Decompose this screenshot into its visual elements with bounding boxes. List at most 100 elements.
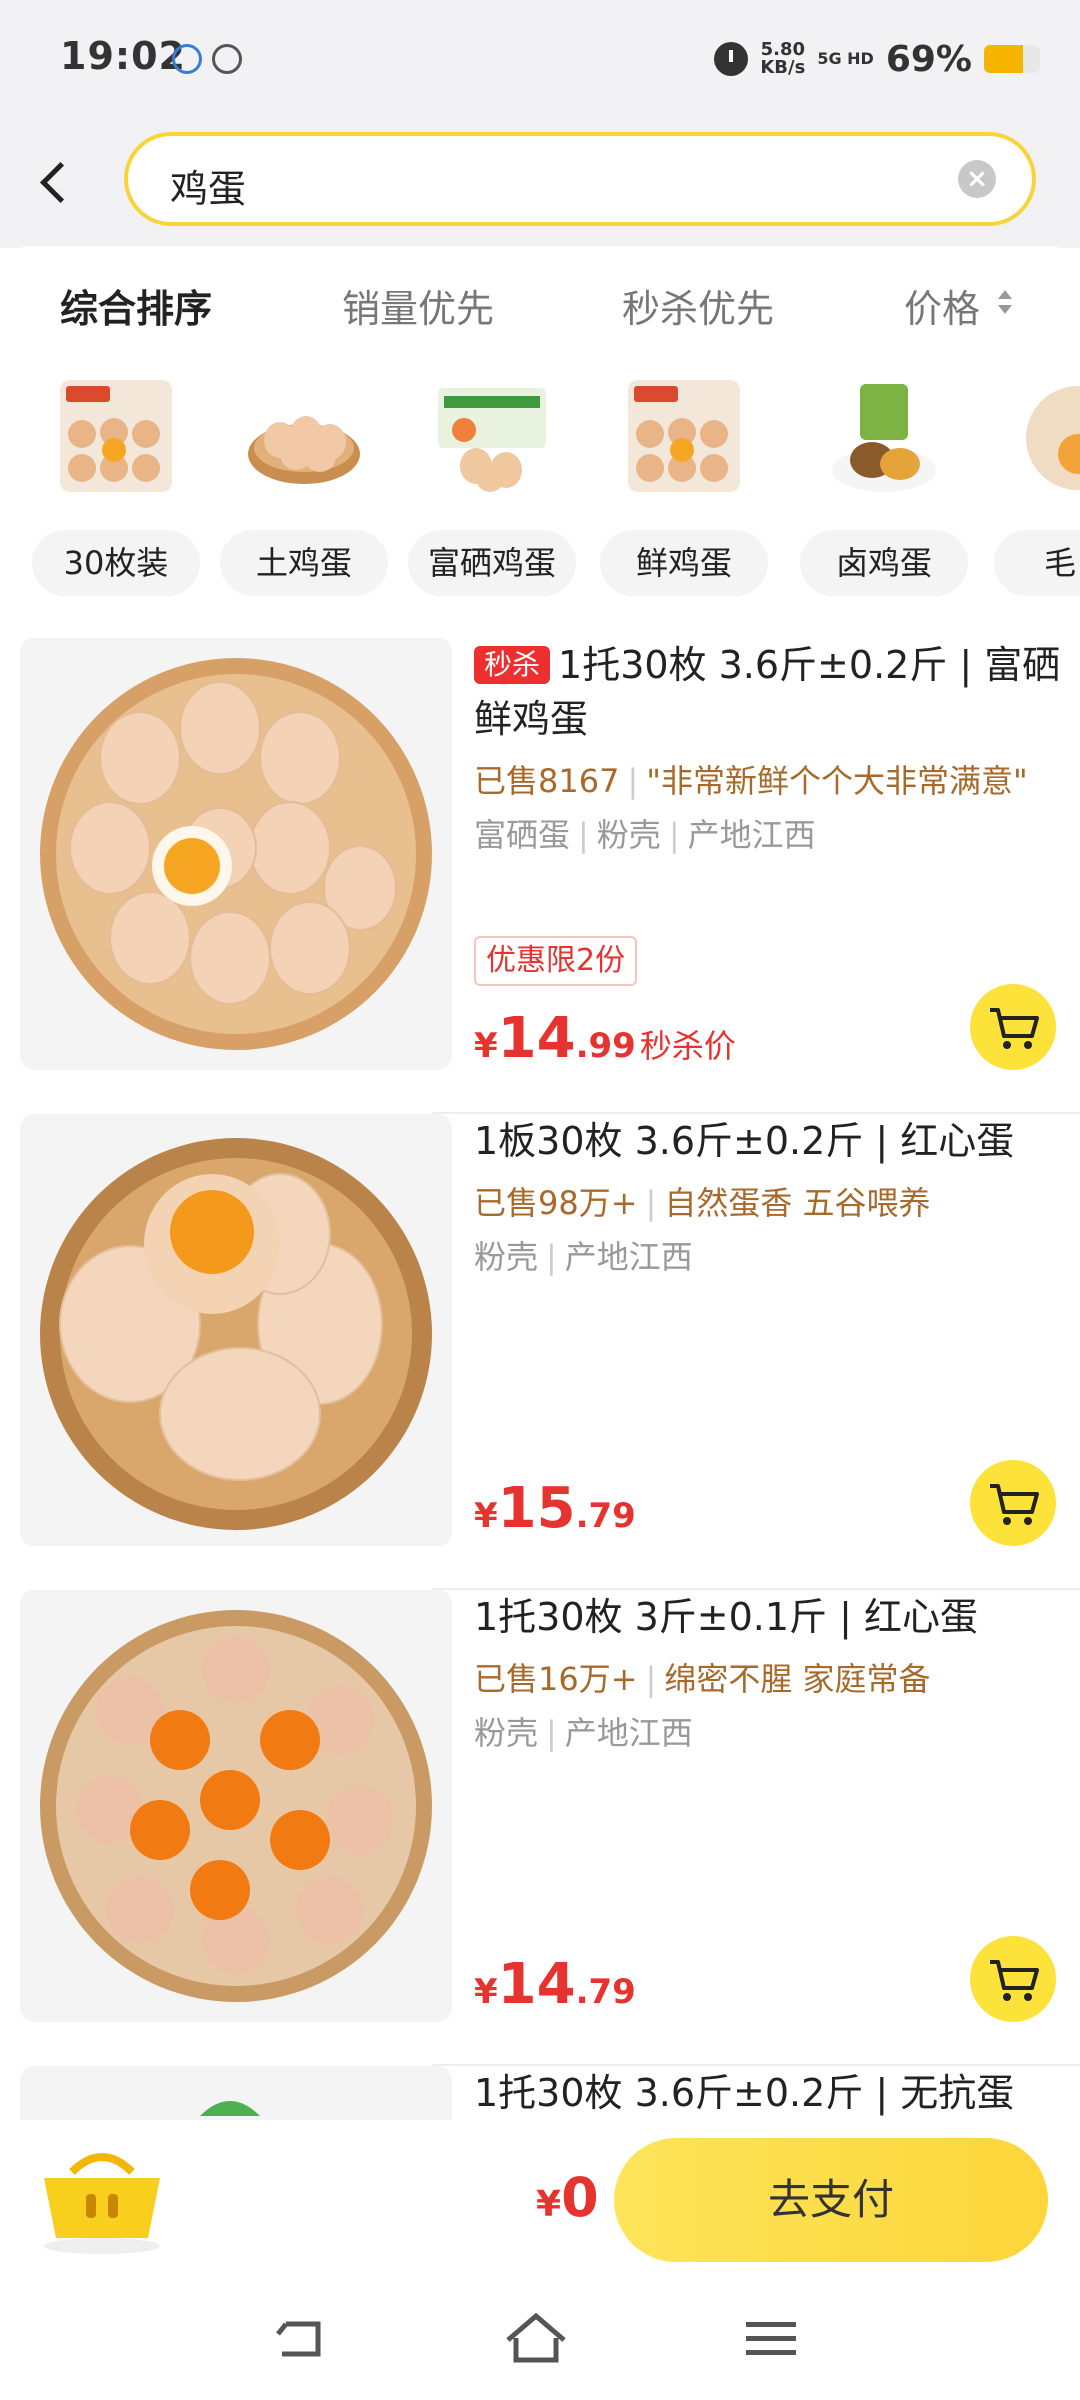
price-integer: 15: [497, 1476, 576, 1541]
category-label: 富硒鸡蛋: [408, 530, 576, 596]
product-tags: 粉壳 | 产地江西: [474, 1232, 1064, 1278]
menu-icon: [746, 2322, 796, 2355]
product-sales: 已售16万+ | 绵密不腥 家庭常备: [474, 1654, 1064, 1700]
category-label: 毛: [994, 530, 1080, 596]
sort-tab-sales[interactable]: 销量优先: [342, 278, 494, 333]
separator: |: [645, 1660, 657, 1698]
egg-basket-image: [40, 1610, 432, 2002]
product-sales: 已售98万+ | 自然蛋香 五谷喂养: [474, 1178, 1064, 1224]
category-label: 土鸡蛋: [220, 530, 388, 596]
checkout-button[interactable]: 去支付: [614, 2138, 1048, 2262]
price-decimal: .99: [575, 1026, 636, 1066]
product-image[interactable]: [20, 1590, 452, 2022]
back-nav-icon: [276, 2321, 321, 2357]
egg-basket-image: [248, 416, 360, 484]
product-title[interactable]: 1托30枚 3斤±0.1斤 | 红心蛋: [474, 1590, 1064, 1644]
sold-count: 已售98万+: [474, 1184, 638, 1222]
tag: 产地江西: [687, 816, 816, 854]
category-label: 30枚装: [32, 530, 200, 596]
net-speed-unit: KB/s: [760, 57, 806, 78]
category-chip-more[interactable]: 毛: [994, 370, 1080, 602]
tag: 粉壳: [474, 1238, 539, 1276]
egg-image: [1026, 386, 1080, 490]
total-amount: 0: [561, 2166, 599, 2229]
add-to-cart-button[interactable]: [970, 1460, 1056, 1546]
egg-plate-image: [40, 658, 432, 1050]
separator: |: [627, 762, 639, 800]
egg-box-image: [438, 388, 546, 492]
sort-bar: 综合排序 销量优先 秒杀优先 价格: [0, 270, 1080, 340]
net-speed: 5.80 KB/s: [760, 41, 805, 77]
product-title-text: 1托30枚 3.6斤±0.2斤 | 富硒鲜鸡蛋: [474, 643, 1061, 741]
egg-basket-image: [40, 1138, 432, 1530]
status-time: 19:02: [60, 34, 186, 78]
category-chip-selenium-egg[interactable]: 富硒鸡蛋: [408, 370, 576, 602]
add-to-cart-button[interactable]: [970, 984, 1056, 1070]
egg-tray-image: [628, 380, 740, 492]
battery-percent: 69%: [885, 38, 972, 80]
price-integer: 14: [497, 1006, 576, 1071]
currency-symbol: ¥: [474, 1496, 498, 1536]
product-image[interactable]: [20, 1114, 452, 1546]
tag: 产地江西: [564, 1238, 693, 1276]
clear-icon[interactable]: ×: [958, 160, 996, 198]
separator: |: [546, 1714, 557, 1752]
currency-symbol: ¥: [536, 2184, 562, 2225]
product-highlight: "非常新鲜个个大非常满意": [646, 762, 1028, 800]
category-chip-native-egg[interactable]: 土鸡蛋: [220, 370, 388, 602]
category-chip-fresh-egg[interactable]: 鲜鸡蛋: [600, 370, 768, 602]
seckill-badge: 秒杀: [474, 646, 551, 684]
separator: |: [645, 1184, 657, 1222]
price-label: 秒杀价: [639, 1027, 736, 1065]
product-title[interactable]: 1托30枚 3.6斤±0.2斤 | 无抗蛋: [474, 2066, 1064, 2120]
tag: 粉壳: [596, 816, 661, 854]
search-query: 鸡蛋: [170, 167, 247, 211]
product-tags: 粉壳 | 产地江西: [474, 1708, 1064, 1754]
sort-tab-price-label: 价格: [904, 287, 981, 331]
add-to-cart-button[interactable]: [970, 1936, 1056, 2022]
cart-icon: [990, 1484, 1039, 1525]
promo-tag: 优惠限2份: [474, 936, 638, 986]
separator: |: [546, 1238, 557, 1276]
product-card[interactable]: 1托30枚 3斤±0.1斤 | 红心蛋 已售16万+ | 绵密不腥 家庭常备 粉壳 |…: [0, 1590, 1080, 2066]
egg-plate-image: [200, 2101, 260, 2116]
product-card[interactable]: 1托30枚 3.6斤±0.2斤 | 无抗蛋: [0, 2066, 1080, 2120]
sort-arrows-icon: [998, 290, 1012, 314]
tag: 粉壳: [474, 1714, 539, 1752]
product-title-text: 1托30枚 3斤±0.1斤 | 红心蛋: [474, 1595, 979, 1639]
search-input[interactable]: 鸡蛋 ×: [124, 132, 1036, 226]
sort-tab-seckill[interactable]: 秒杀优先: [622, 278, 774, 333]
category-label: 卤鸡蛋: [800, 530, 968, 596]
app-notification-icon: [172, 44, 202, 74]
product-tags: 富硒蛋 | 粉壳 | 产地江西: [474, 810, 1064, 856]
product-image[interactable]: [20, 2066, 452, 2120]
product-title[interactable]: 秒杀 1托30枚 3.6斤±0.2斤 | 富硒鲜鸡蛋: [474, 638, 1064, 746]
sort-tab-price[interactable]: 价格: [904, 278, 1014, 333]
sort-tab-comprehensive[interactable]: 综合排序: [60, 278, 212, 333]
separator: |: [578, 816, 589, 854]
nav-back-button[interactable]: [260, 2304, 340, 2374]
product-card[interactable]: 秒杀 1托30枚 3.6斤±0.2斤 | 富硒鲜鸡蛋 已售8167 | "非常新鲜个个…: [0, 638, 1080, 1114]
back-button[interactable]: [30, 154, 80, 214]
price: ¥14.79: [474, 1952, 636, 2017]
category-label: 鲜鸡蛋: [600, 530, 768, 596]
product-card[interactable]: 1板30枚 3.6斤±0.2斤 | 红心蛋 已售98万+ | 自然蛋香 五谷喂养 粉…: [0, 1114, 1080, 1590]
product-title-text: 1托30枚 3.6斤±0.2斤 | 无抗蛋: [474, 2071, 1015, 2115]
product-image[interactable]: [20, 638, 452, 1070]
cart-total: ¥0: [536, 2166, 599, 2229]
price-decimal: .79: [575, 1496, 636, 1536]
product-info: 1托30枚 3.6斤±0.2斤 | 无抗蛋: [474, 2066, 1064, 2120]
nav-home-button[interactable]: [496, 2304, 576, 2374]
nav-menu-button[interactable]: [732, 2304, 812, 2374]
sold-count: 已售8167: [474, 762, 620, 800]
search-header: 鸡蛋 ×: [0, 118, 1080, 248]
category-chip-30pack[interactable]: 30枚装: [32, 370, 200, 602]
alarm-icon: [714, 42, 749, 76]
category-chip-braised-egg[interactable]: 卤鸡蛋: [800, 370, 968, 602]
braised-egg-image: [832, 384, 936, 492]
product-title[interactable]: 1板30枚 3.6斤±0.2斤 | 红心蛋: [474, 1114, 1064, 1168]
shopping-basket-icon[interactable]: [36, 2138, 166, 2256]
status-bar: 19:02 5.80 KB/s 5G HD 69%: [0, 0, 1080, 118]
home-icon: [506, 2312, 566, 2363]
signal-indicator: 5G HD: [817, 49, 874, 68]
